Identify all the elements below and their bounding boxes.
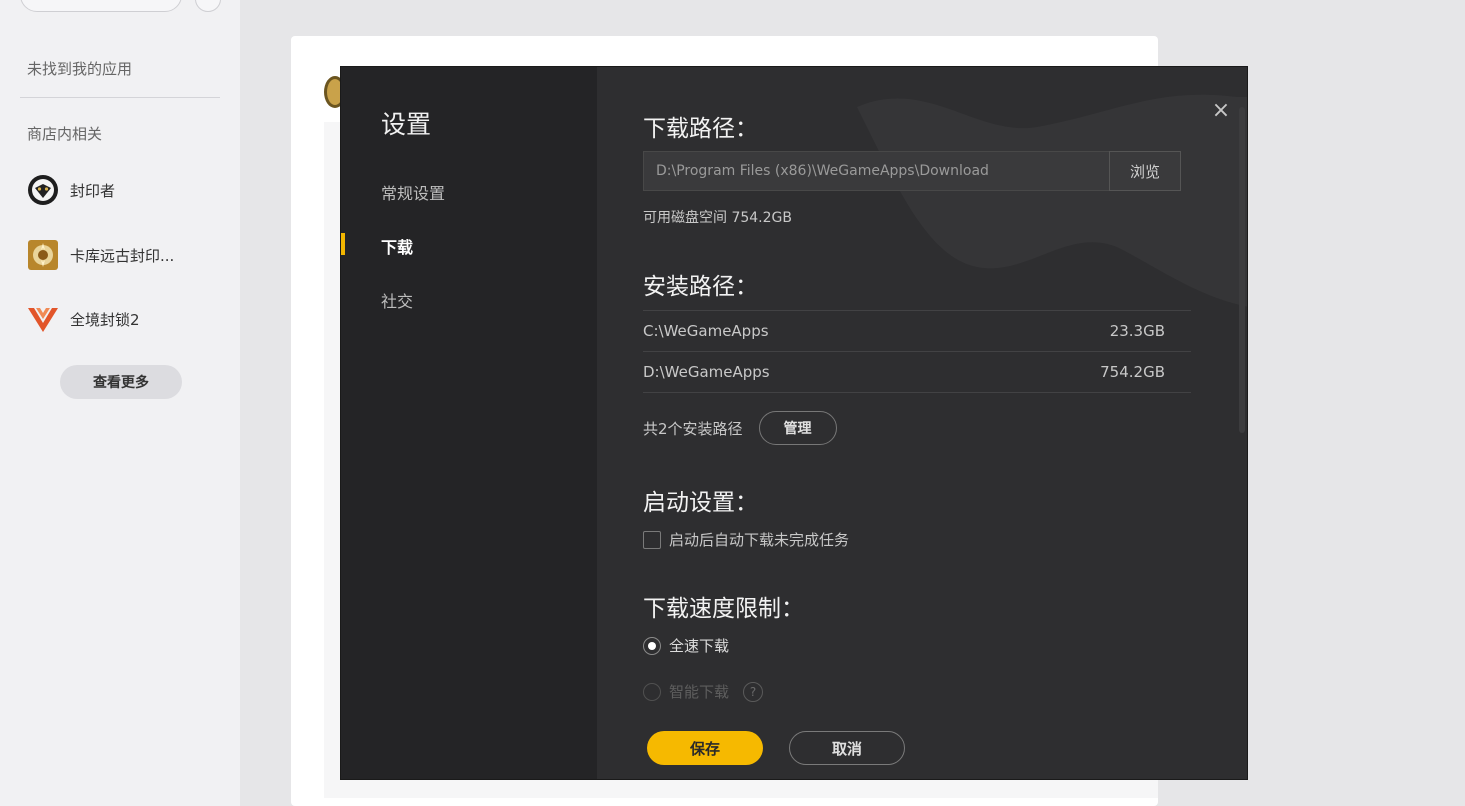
sidebar-divider: [20, 97, 220, 98]
auto-download-label: 启动后自动下载未完成任务: [669, 531, 850, 549]
install-path-row: C:\WeGameApps 23.3GB: [643, 311, 1191, 352]
sidebar-app-label: 封印者: [70, 181, 116, 200]
help-icon[interactable]: ?: [743, 681, 764, 702]
full-speed-radio[interactable]: [643, 636, 661, 655]
full-speed-option[interactable]: 全速下载: [643, 635, 729, 656]
sidebar-app-0[interactable]: 封印者: [26, 173, 115, 207]
dialog-scrollbar[interactable]: [1239, 107, 1245, 433]
sidebar-app-1[interactable]: 卡库远古封印...: [26, 238, 174, 272]
install-path-title: 安装路径：: [643, 274, 758, 300]
division-game-icon: [26, 302, 60, 336]
install-path-size: 23.3GB: [1109, 322, 1165, 340]
view-more-button[interactable]: 查看更多: [60, 365, 182, 399]
nav-active-indicator: [341, 233, 345, 255]
nav-item-social[interactable]: 社交: [381, 288, 413, 312]
download-path-title: 下载路径：: [643, 116, 758, 142]
manage-button[interactable]: 管理: [758, 411, 837, 445]
ancient-seal-game-icon: [26, 238, 60, 272]
install-count-text: 共2个安装路径: [643, 419, 743, 438]
close-icon[interactable]: ×: [1209, 99, 1233, 123]
top-circle-button[interactable]: [195, 0, 221, 12]
install-path-value: D:\WeGameApps: [643, 363, 770, 381]
save-button[interactable]: 保存: [647, 731, 763, 765]
cancel-button[interactable]: 取消: [789, 731, 905, 765]
install-count-row: 共2个安装路径 管理: [643, 410, 837, 446]
nav-item-general[interactable]: 常规设置: [381, 180, 445, 204]
sidebar-app-label: 卡库远古封印...: [70, 246, 175, 265]
install-path-size: 754.2GB: [1100, 363, 1165, 381]
sealer-game-icon: [26, 173, 60, 207]
install-path-list: C:\WeGameApps 23.3GB D:\WeGameApps 754.2…: [643, 310, 1191, 393]
browse-button[interactable]: 浏览: [1109, 151, 1181, 191]
speed-limit-title: 下载速度限制：: [643, 596, 804, 622]
full-speed-label: 全速下载: [669, 637, 730, 655]
download-path-row: 浏览: [643, 151, 1181, 191]
startup-settings-title: 启动设置：: [643, 490, 758, 516]
download-path-input[interactable]: [643, 151, 1109, 191]
install-path-value: C:\WeGameApps: [643, 322, 769, 340]
store-related-heading: 商店内相关: [27, 125, 103, 143]
nav-item-download[interactable]: 下载: [381, 234, 413, 258]
settings-dialog: 设置 常规设置 下载 社交 × 下载路径： 浏览 可用磁盘空间 754.2GB …: [340, 66, 1248, 780]
sidebar-app-2[interactable]: 全境封锁2: [26, 302, 140, 336]
auto-download-option[interactable]: 启动后自动下载未完成任务: [643, 529, 849, 550]
smart-download-radio[interactable]: [643, 682, 661, 701]
auto-download-checkbox[interactable]: [643, 530, 661, 549]
not-found-heading: 未找到我的应用: [27, 60, 133, 78]
download-settings-content: 下载路径： 浏览 可用磁盘空间 754.2GB 安装路径： C:\WeGameA…: [643, 67, 1193, 779]
sidebar-app-label: 全境封锁2: [70, 310, 140, 329]
top-search-pill[interactable]: [20, 0, 182, 12]
disk-space-text: 可用磁盘空间 754.2GB: [643, 210, 792, 226]
background-sidebar: 未找到我的应用 商店内相关 封印者 卡库远古封印... 全境封锁2 查看更多: [0, 0, 240, 806]
smart-download-option[interactable]: 智能下载 ?: [643, 681, 764, 702]
install-path-row: D:\WeGameApps 754.2GB: [643, 352, 1191, 393]
settings-nav: 设置 常规设置 下载 社交: [341, 67, 597, 779]
dialog-title: 设置: [381, 110, 432, 139]
smart-download-label: 智能下载: [669, 683, 730, 701]
